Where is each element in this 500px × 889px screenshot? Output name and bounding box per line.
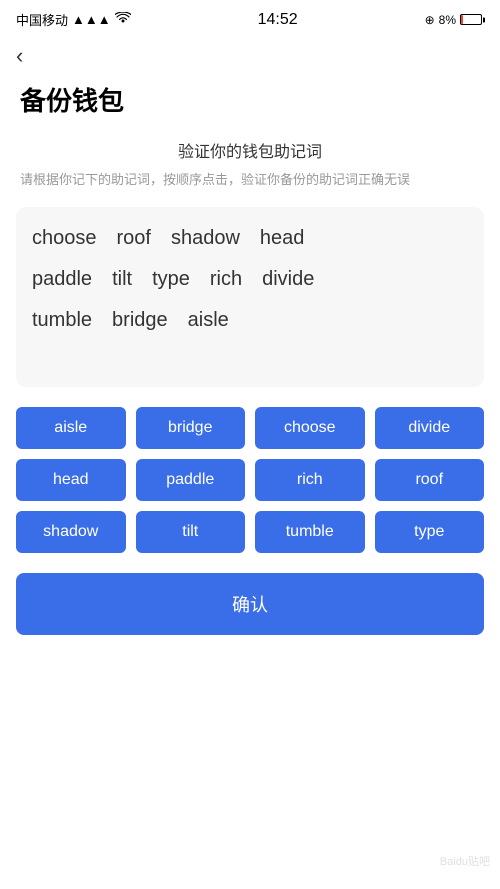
btn-shadow[interactable]: shadow: [16, 511, 126, 553]
watermark: Baidu贴吧: [440, 853, 490, 869]
word-tilt: tilt: [112, 268, 132, 291]
status-left: 中国移动 ▲▲▲: [16, 10, 131, 29]
signal-icon: ▲▲▲: [72, 12, 111, 27]
description: 请根据你记下的助记词，按顺序点击，验证你备份的助记词正确无误: [0, 170, 500, 191]
status-bar: 中国移动 ▲▲▲ 14:52 ⊕ 8%: [0, 0, 500, 35]
word-rich: rich: [210, 268, 242, 291]
word-roof: roof: [117, 227, 151, 250]
word-grid-row-2: paddle tilt type rich divide: [32, 268, 468, 291]
btn-aisle[interactable]: aisle: [16, 407, 126, 449]
word-aisle: aisle: [188, 309, 229, 332]
word-tumble: tumble: [32, 309, 92, 332]
battery-icon: [460, 14, 482, 25]
btn-roof[interactable]: roof: [375, 459, 485, 501]
section-title: 验证你的钱包助记词: [0, 138, 500, 162]
word-choose: choose: [32, 227, 97, 250]
status-right: ⊕ 8%: [425, 13, 484, 27]
page-title: 备份钱包: [0, 73, 500, 138]
charge-icon: ⊕: [425, 13, 435, 27]
word-grid-row-1: choose roof shadow head: [32, 227, 468, 250]
word-paddle: paddle: [32, 268, 92, 291]
carrier-label: 中国移动: [16, 10, 68, 29]
btn-tumble[interactable]: tumble: [255, 511, 365, 553]
btn-bridge[interactable]: bridge: [136, 407, 246, 449]
btn-paddle[interactable]: paddle: [136, 459, 246, 501]
time-label: 14:52: [258, 11, 298, 29]
word-shadow: shadow: [171, 227, 240, 250]
btn-tilt[interactable]: tilt: [136, 511, 246, 553]
word-head: head: [260, 227, 305, 250]
btn-head[interactable]: head: [16, 459, 126, 501]
word-type: type: [152, 268, 190, 291]
back-button[interactable]: ‹: [0, 35, 39, 73]
confirm-button[interactable]: 确认: [16, 573, 484, 635]
word-grid-box: choose roof shadow head paddle tilt type…: [16, 207, 484, 387]
word-bridge: bridge: [112, 309, 168, 332]
word-grid-row-3: tumble bridge aisle: [32, 309, 468, 332]
btn-choose[interactable]: choose: [255, 407, 365, 449]
word-button-grid: aisle bridge choose divide head paddle r…: [16, 407, 484, 553]
battery-percent: 8%: [439, 13, 456, 27]
btn-divide[interactable]: divide: [375, 407, 485, 449]
btn-rich[interactable]: rich: [255, 459, 365, 501]
wifi-icon: [115, 12, 131, 27]
word-divide: divide: [262, 268, 314, 291]
btn-type[interactable]: type: [375, 511, 485, 553]
